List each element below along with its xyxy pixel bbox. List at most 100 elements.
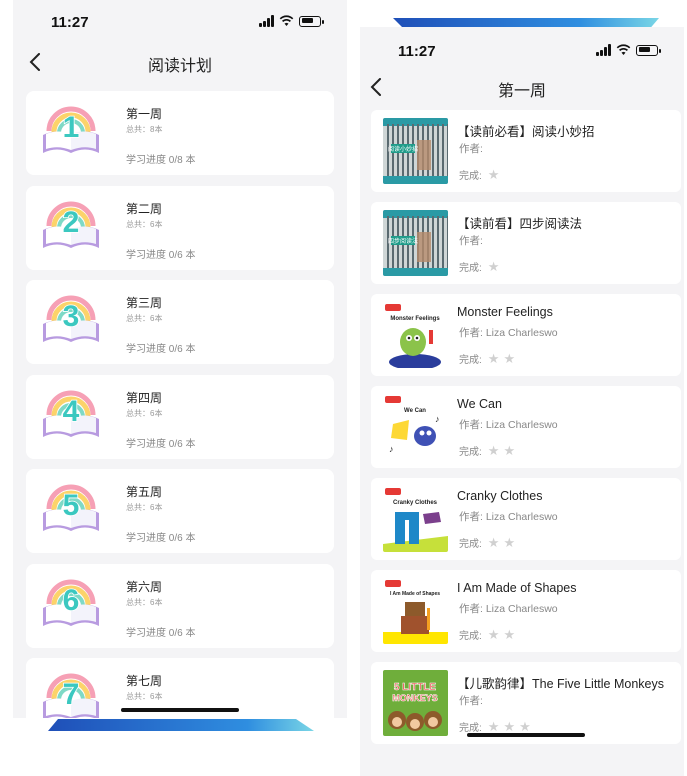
plan-progress: 学习进度 0/6 本 <box>126 533 196 544</box>
svg-text:5 LITTLE: 5 LITTLE <box>394 682 437 693</box>
book-card[interactable]: 四步阅读法 【读前看】四步阅读法 作者: 完成: ★ <box>371 202 681 284</box>
plan-title: 第五周 <box>126 485 163 499</box>
star-icon: ★ <box>503 627 516 642</box>
status-bar: 11:27 <box>13 12 347 42</box>
book-author: 作者: <box>459 695 483 707</box>
book-title: We Can <box>457 397 502 411</box>
rainbow-book-icon: 1 <box>43 106 99 153</box>
status-bar: 11:27 <box>360 41 684 71</box>
book-title: I Am Made of Shapes <box>457 581 577 595</box>
plan-total: 总共：6本 <box>126 597 163 607</box>
plan-title: 第二周 <box>126 201 163 216</box>
bottom-decorative-band <box>48 719 314 731</box>
star-icon: ★ <box>487 627 500 642</box>
svg-text:We Can: We Can <box>404 408 426 414</box>
svg-text:I Am Made of Shapes: I Am Made of Shapes <box>390 591 440 597</box>
plan-total: 总共：6本 <box>126 219 163 229</box>
book-completion: 完成: ★ <box>459 167 499 182</box>
signal-icon <box>596 44 611 56</box>
completion-label: 完成: <box>459 447 482 458</box>
completion-label: 完成: <box>459 263 482 274</box>
week-books-screen: 11:27 第一周 阅读小妙招 【读前必看】阅读小妙招 作者: 完成: ★ 四步阅读法 【读… <box>360 27 684 776</box>
completion-label: 完成: <box>459 723 482 734</box>
plan-card[interactable]: 6 第六周 总共：6本 学习进度 0/6 本 <box>26 563 334 648</box>
book-cover-image: Monster Feelings <box>383 302 448 368</box>
book-card[interactable]: We Can ♪ ♪ We Can 作者: Liza Charleswo 完成: ★ ★ <box>371 386 681 468</box>
home-indicator <box>121 708 239 712</box>
status-time: 11:27 <box>51 14 89 31</box>
plan-total: 总共：6本 <box>126 503 163 512</box>
rainbow-book-icon: 6 <box>43 579 99 626</box>
plan-card[interactable]: 4 第四周 总共：6本 学习进度 0/6 本 <box>26 374 334 459</box>
rainbow-book-icon: 5 <box>43 484 99 531</box>
star-rating: ★ ★ ★ <box>488 720 531 733</box>
plan-number: 1 <box>63 111 80 144</box>
book-author: 作者: Liza Charleswo <box>459 327 558 339</box>
book-completion: 完成: ★ ★ ★ <box>459 719 531 734</box>
plan-number: 7 <box>63 678 80 711</box>
star-rating: ★ ★ <box>488 628 515 641</box>
plan-number: 3 <box>63 300 80 333</box>
book-completion: 完成: ★ ★ <box>459 443 515 458</box>
plan-card[interactable]: 1 第一周 总共：8本 学习进度 0/8 本 <box>26 91 334 175</box>
book-cover-image: 阅读小妙招 <box>383 118 448 184</box>
plan-card[interactable]: 5 第五周总共：6本学习进度 0/6 本 <box>26 469 334 553</box>
star-icon: ★ <box>487 167 500 182</box>
battery-icon <box>299 15 324 27</box>
book-card[interactable]: 阅读小妙招 【读前必看】阅读小妙招 作者: 完成: ★ <box>371 110 681 192</box>
book-completion: 完成: ★ ★ <box>459 627 515 642</box>
completion-label: 完成: <box>459 355 482 366</box>
plan-total: 总共：6本 <box>126 408 163 418</box>
book-completion: 完成: ★ ★ <box>459 351 515 366</box>
wifi-icon <box>279 15 294 26</box>
plan-number: 4 <box>63 395 80 428</box>
book-card[interactable]: Monster Feelings Monster Feelings 作者: Liza… <box>371 294 681 376</box>
page-title: 第一周 <box>497 83 546 100</box>
star-icon: ★ <box>503 443 516 458</box>
book-card[interactable]: I Am Made of Shapes I Am Made of Shapes 作者… <box>371 570 681 652</box>
book-card[interactable]: 5 LITTLE MONKEYS 【儿歌韵律】The Five Little Mon… <box>371 662 681 744</box>
star-icon: ★ <box>519 719 531 734</box>
plan-total: 总共：8本 <box>126 125 163 134</box>
book-author: 作者: <box>459 235 483 247</box>
page-title: 阅读计划 <box>147 58 212 75</box>
signal-icon <box>259 15 274 27</box>
rainbow-book-icon: 3 <box>43 295 99 342</box>
book-completion: 完成: ★ ★ <box>459 535 515 550</box>
plan-total: 总共：6本 <box>126 314 163 323</box>
plan-title: 第三周 <box>126 296 163 310</box>
book-author: 作者: <box>459 143 483 155</box>
book-cover-image: 5 LITTLE MONKEYS <box>383 670 448 736</box>
book-cover-image: We Can ♪ ♪ <box>383 394 448 460</box>
plan-total: 总共：6本 <box>126 692 163 701</box>
svg-text:Monster Feelings: Monster Feelings <box>390 316 440 322</box>
star-icon: ★ <box>503 351 516 366</box>
svg-text:四步阅读法: 四步阅读法 <box>388 237 418 245</box>
status-time: 11:27 <box>398 43 436 60</box>
book-card[interactable]: Cranky Clothes Cranky Clothes 作者: Liza Cha… <box>371 478 681 560</box>
star-icon: ★ <box>503 719 516 734</box>
book-title: Monster Feelings <box>457 305 553 319</box>
svg-text:阅读小妙招: 阅读小妙招 <box>388 145 418 153</box>
book-title: 【读前必看】阅读小妙招 <box>457 125 595 139</box>
rainbow-book-icon: 7 <box>43 673 99 718</box>
wifi-icon <box>616 44 631 55</box>
star-rating: ★ ★ <box>488 352 515 365</box>
book-title: 【儿歌韵律】The Five Little Monkeys <box>457 677 664 691</box>
completion-label: 完成: <box>459 631 482 642</box>
book-title: Cranky Clothes <box>457 489 543 503</box>
book-completion: 完成: ★ <box>459 259 499 274</box>
book-author: 作者: Liza Charleswo <box>459 511 558 523</box>
star-icon: ★ <box>487 719 500 734</box>
book-cover-image: I Am Made of Shapes <box>383 578 448 644</box>
plan-progress: 学习进度 0/8 本 <box>126 155 196 166</box>
plan-number: 6 <box>63 584 80 617</box>
completion-label: 完成: <box>459 171 482 182</box>
plan-card[interactable]: 3 第三周 总共：6本 学习进度 0/6 本 <box>26 280 334 364</box>
star-icon: ★ <box>487 351 500 366</box>
plan-card[interactable]: 2 第二周 总共：6本 学习进度 0/6 本 <box>26 185 334 270</box>
book-cover-image: Cranky Clothes <box>383 486 448 552</box>
battery-icon <box>636 44 661 56</box>
plan-title: 第七周 <box>126 674 163 688</box>
star-icon: ★ <box>503 535 516 550</box>
